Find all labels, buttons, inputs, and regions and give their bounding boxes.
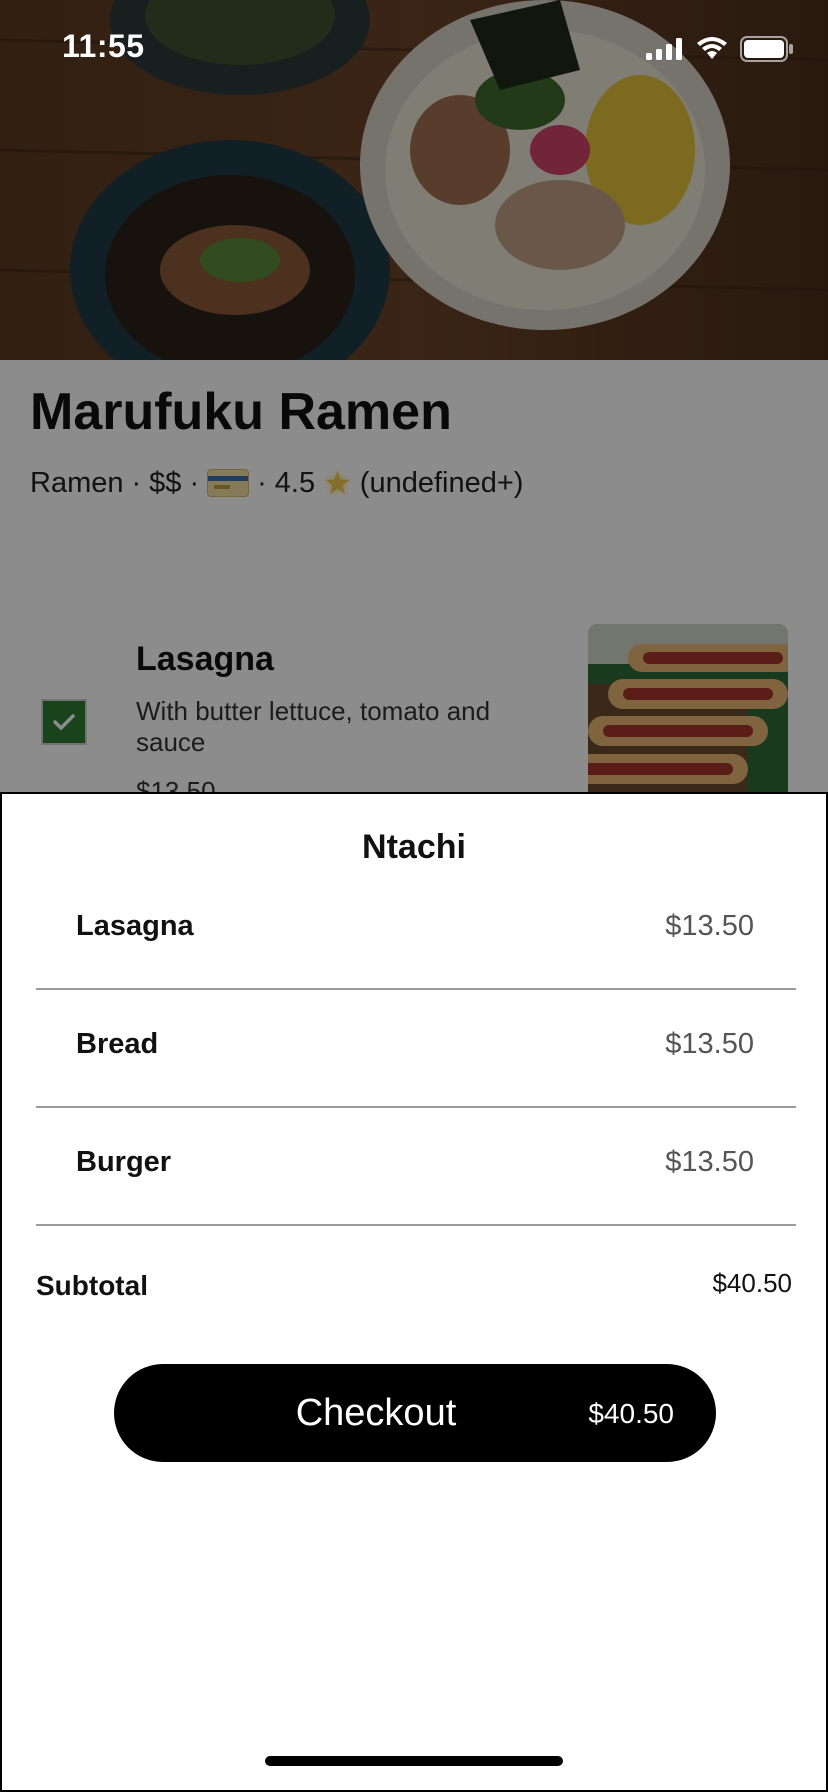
status-icons xyxy=(646,36,794,62)
restaurant-screen: 11:55 Marufuku Ramen Ramen · $$ · · 4.5 … xyxy=(0,0,828,1792)
checkout-button[interactable]: Checkout $40.50 xyxy=(114,1364,716,1462)
home-indicator[interactable] xyxy=(265,1756,563,1766)
cart-item-price: $13.50 xyxy=(665,1146,754,1178)
cart-sheet: Ntachi Lasagna $13.50 Bread $13.50 Burge… xyxy=(0,792,828,1792)
subtotal-value: $40.50 xyxy=(712,1268,792,1298)
cart-title: Ntachi xyxy=(362,828,466,866)
subtotal-label: Subtotal xyxy=(36,1270,148,1301)
cart-item-name: Lasagna xyxy=(76,910,194,942)
battery-icon xyxy=(740,36,793,62)
cart-item-price: $13.50 xyxy=(665,910,754,942)
cart-item-name: Bread xyxy=(76,1028,159,1060)
cellular-signal-icon xyxy=(646,38,682,60)
checkout-total: $40.50 xyxy=(588,1398,674,1429)
cart-item[interactable]: Burger $13.50 xyxy=(36,1106,796,1226)
cart-item-name: Burger xyxy=(76,1146,172,1178)
checkout-label: Checkout xyxy=(295,1392,457,1434)
status-time: 11:55 xyxy=(62,28,145,64)
status-bar: 11:55 xyxy=(0,0,828,100)
wifi-icon xyxy=(697,37,727,59)
cart-item[interactable]: Lasagna $13.50 xyxy=(36,870,796,990)
cart-item[interactable]: Bread $13.50 xyxy=(36,988,796,1108)
cart-item-price: $13.50 xyxy=(665,1028,754,1060)
